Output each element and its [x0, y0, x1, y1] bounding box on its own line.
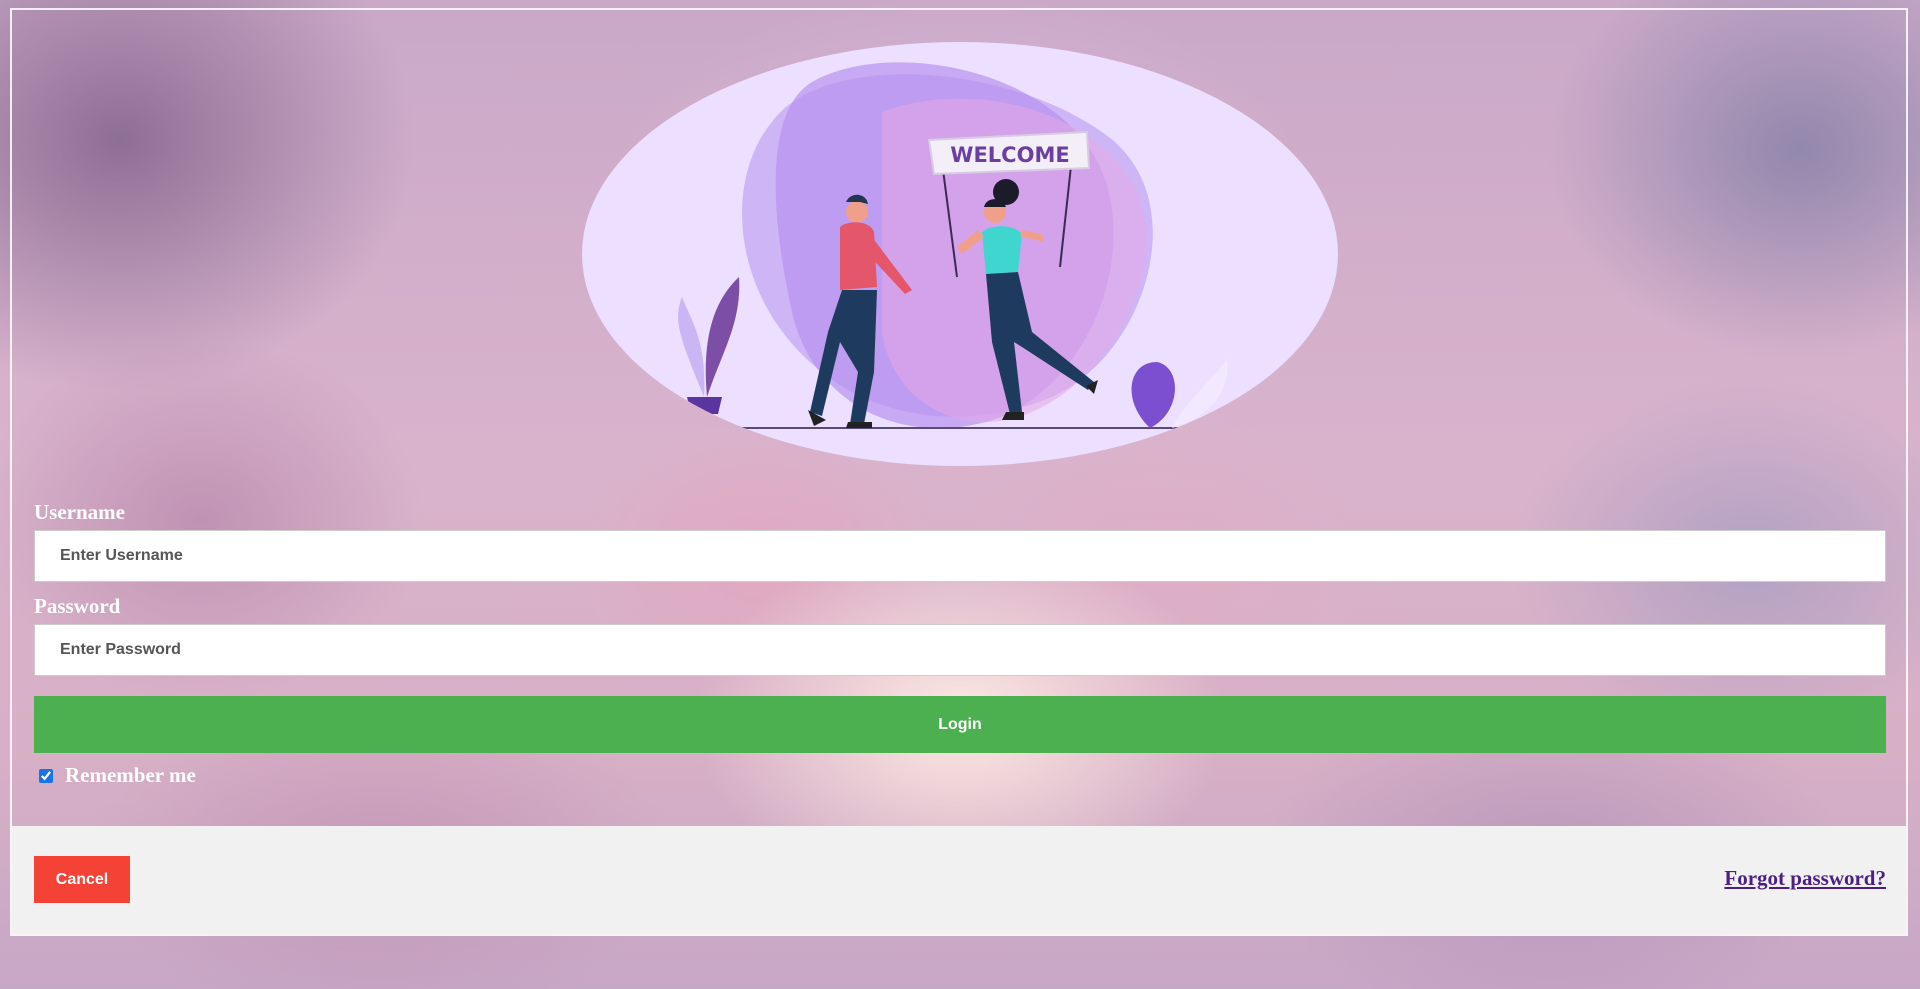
remember-me-label: Remember me: [65, 763, 196, 787]
remember-me-checkbox[interactable]: [39, 768, 53, 783]
banner-text: WELCOME: [950, 143, 1069, 167]
login-form: Username Password Login Remember me: [34, 500, 1886, 788]
welcome-illustration: WELCOME: [582, 42, 1338, 466]
password-label: Password: [34, 594, 121, 618]
forgot-password-link[interactable]: Forgot password?: [1724, 866, 1886, 891]
cancel-button[interactable]: Cancel: [34, 856, 130, 903]
username-label: Username: [34, 500, 125, 524]
login-button[interactable]: Login: [34, 696, 1886, 753]
welcome-illustration-icon: WELCOME: [678, 62, 1228, 429]
password-input[interactable]: [34, 624, 1886, 676]
login-footer: Cancel Forgot password?: [12, 826, 1906, 934]
username-input[interactable]: [34, 530, 1886, 582]
remember-me: Remember me: [39, 763, 1886, 788]
